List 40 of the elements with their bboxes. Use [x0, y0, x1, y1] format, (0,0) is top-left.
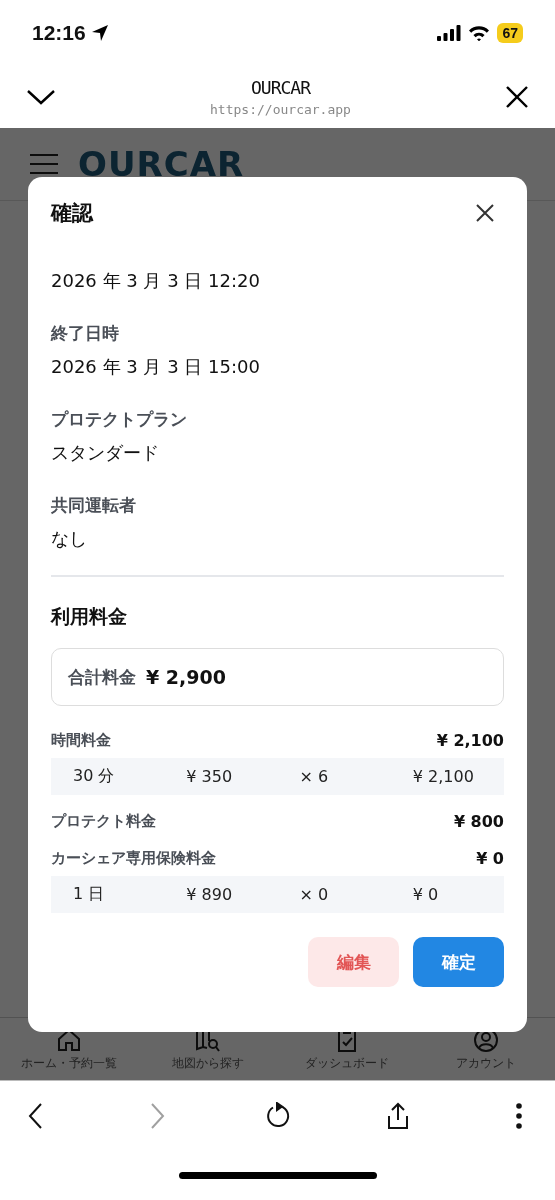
- nav-tab[interactable]: 地図から探す: [138, 1018, 278, 1080]
- field-value: 2026 年 3 月 3 日 15:00: [51, 355, 261, 379]
- breakdown-cell-text: × 0: [298, 885, 330, 904]
- chevron-down-icon[interactable]: [27, 88, 55, 105]
- breakdown-cell-text: 1 日: [72, 884, 106, 905]
- section-heading: 利用料金: [51, 604, 128, 629]
- site-url: https://ourcar.app: [210, 101, 351, 117]
- fee-label: カーシェア専用保険料金: [51, 848, 216, 868]
- breakdown-cell-text: ¥ 2,100: [411, 767, 475, 786]
- field-value: なし: [51, 527, 88, 551]
- breakdown-cell-text: ¥ 0: [411, 885, 440, 904]
- field-label: 終了日時: [51, 322, 120, 345]
- close-icon[interactable]: [476, 204, 494, 222]
- breakdown-cell-text: ¥ 890: [185, 885, 234, 904]
- field-label: プロテクトプラン: [51, 408, 188, 431]
- breakdown-cell-text: 30 分: [72, 766, 116, 787]
- status-time: 12:16: [32, 20, 86, 45]
- brand-logo: OURCAR: [78, 144, 245, 184]
- confirm-button[interactable]: 確定: [413, 937, 504, 987]
- nav-tab[interactable]: ダッシュボード: [277, 1018, 417, 1080]
- fee-amount: ¥ 0: [476, 848, 504, 868]
- wifi-icon: [468, 24, 491, 41]
- battery-level: 67: [497, 22, 523, 43]
- close-icon[interactable]: [506, 85, 528, 108]
- fee-label: プロテクト料金: [51, 811, 156, 831]
- field-value: 2026 年 3 月 3 日 12:20: [51, 269, 261, 293]
- signal-icon: [437, 24, 462, 41]
- field-label: 共同運転者: [51, 494, 137, 517]
- breakdown-cell-text: ¥ 350: [185, 767, 234, 786]
- fee-label: 時間料金: [51, 730, 111, 750]
- total-label: 合計料金: [68, 665, 136, 689]
- total-amount: ¥ 2,900: [146, 666, 226, 688]
- breakdown-cell-text: × 6: [298, 767, 330, 786]
- menu-icon[interactable]: [30, 154, 58, 174]
- fee-amount: ¥ 800: [453, 811, 504, 831]
- edit-button[interactable]: 編集: [308, 937, 399, 987]
- fee-amount: ¥ 2,100: [436, 730, 504, 750]
- site-title: OURCAR: [250, 76, 310, 98]
- dialog-title: 確認: [51, 200, 93, 227]
- field-value: スタンダード: [51, 441, 160, 465]
